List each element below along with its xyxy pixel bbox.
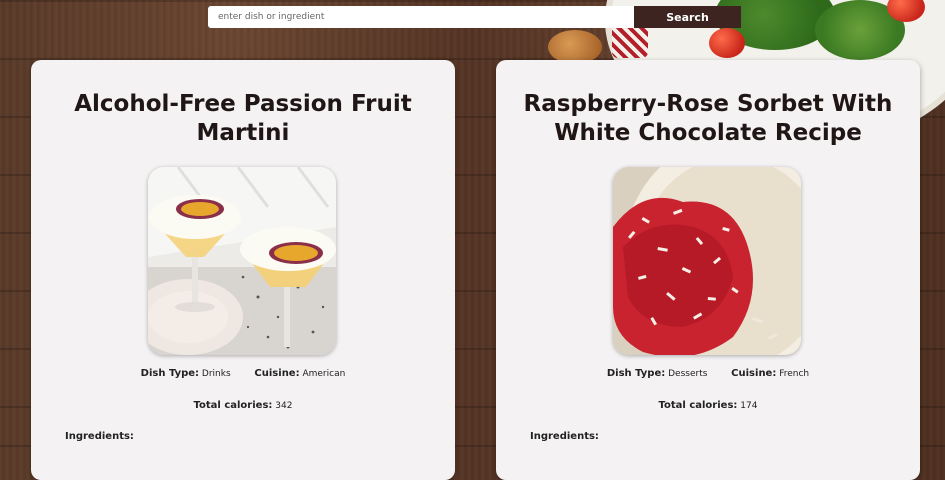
cuisine-label: Cuisine: xyxy=(731,368,777,379)
recipe-title: Raspberry-Rose Sorbet With White Chocola… xyxy=(523,91,893,146)
recipe-image xyxy=(148,167,336,355)
dish-type-label: Dish Type: xyxy=(606,368,666,379)
recipe-card[interactable]: Alcohol-Free Passion Fruit Martini Dish … xyxy=(31,60,455,480)
search-button[interactable]: Search xyxy=(634,6,741,28)
recipe-meta: Dish Type: Drinks Cuisine: American xyxy=(31,368,455,379)
recipe-image xyxy=(613,167,801,355)
calories-label: Total calories: xyxy=(658,400,738,411)
search-bar: Search xyxy=(208,6,741,28)
dish-type-label: Dish Type: xyxy=(140,368,200,379)
calories-value: 342 xyxy=(275,401,293,411)
recipe-meta: Dish Type: Desserts Cuisine: French xyxy=(496,368,920,379)
raspberry-sorbet-image xyxy=(613,167,801,355)
passion-fruit-martini-image xyxy=(148,167,336,355)
recipe-calories: Total calories: 342 xyxy=(31,400,455,411)
ingredients-heading: Ingredients: xyxy=(530,431,599,442)
ingredients-heading: Ingredients: xyxy=(65,431,134,442)
recipe-card[interactable]: Raspberry-Rose Sorbet With White Chocola… xyxy=(496,60,920,480)
calories-value: 174 xyxy=(740,401,758,411)
calories-label: Total calories: xyxy=(193,400,273,411)
cuisine-value: American xyxy=(302,369,346,379)
cuisine-value: French xyxy=(779,369,810,379)
dish-type-value: Desserts xyxy=(668,369,708,379)
dish-type-value: Drinks xyxy=(201,369,231,379)
recipe-calories: Total calories: 174 xyxy=(496,400,920,411)
recipe-title: Alcohol-Free Passion Fruit Martini xyxy=(74,91,412,146)
tomato-decoration xyxy=(709,28,745,58)
cuisine-label: Cuisine: xyxy=(254,368,300,379)
search-input[interactable] xyxy=(208,6,634,28)
wooden-spoon-decoration xyxy=(548,30,602,64)
